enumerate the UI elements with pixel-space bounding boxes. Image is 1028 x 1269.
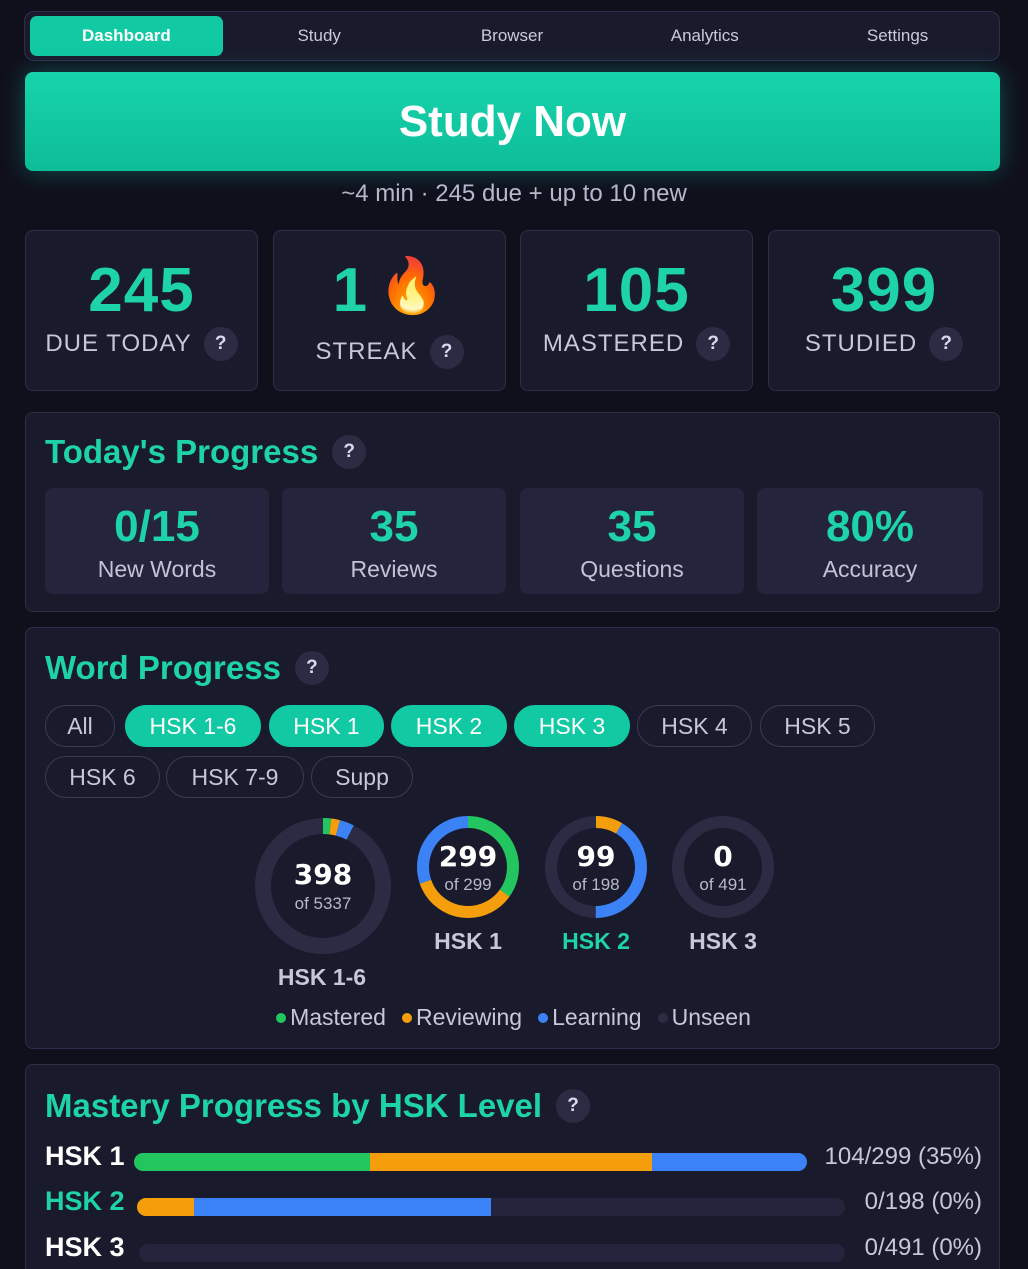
due-today-label: DUE TODAY — [45, 330, 192, 357]
help-icon[interactable]: ? — [929, 327, 964, 361]
mastery-progress-panel: Mastery Progress by HSK Level ? HSK 1 10… — [25, 1064, 1000, 1269]
help-icon[interactable]: ? — [203, 327, 238, 361]
studied-value: 399 — [830, 256, 938, 325]
todays-progress-title: Today's Progress — [45, 433, 319, 470]
today-value: 0/15 — [114, 502, 200, 551]
legend-label: Mastered — [290, 1004, 386, 1030]
ring-of-total: of 198 — [572, 875, 619, 894]
mastery-summary: 0/198 (0%) — [864, 1188, 982, 1215]
stat-card-mastered: 105 MASTERED ? — [520, 230, 753, 391]
legend-learning: Learning — [538, 1004, 642, 1031]
mastery-segment-reviewing — [137, 1198, 194, 1216]
todays-progress-panel: Today's Progress ? 0/15 New Words 35 Rev… — [25, 412, 1000, 612]
mastery-segment-learning — [652, 1153, 807, 1171]
stat-card-due-today: 245 DUE TODAY ? — [25, 230, 258, 391]
mastery-summary: 104/299 (35%) — [824, 1143, 982, 1170]
help-icon[interactable]: ? — [332, 435, 367, 469]
studied-label: STUDIED — [804, 330, 918, 357]
mastery-row-hsk-2: HSK 2 0/198 (0%) — [45, 1186, 982, 1226]
legend-label: Reviewing — [415, 1004, 523, 1030]
mastery-heading: Mastery Progress by HSK Level ? — [45, 1087, 591, 1125]
mastery-level: HSK 1 — [45, 1141, 125, 1171]
mastery-row-hsk-3: HSK 3 0/491 (0%) — [45, 1232, 982, 1269]
mastered-label: MASTERED — [542, 330, 685, 357]
ring-value: 398 — [294, 858, 352, 891]
legend-dot — [538, 1012, 549, 1023]
today-new-words: 0/15 New Words — [45, 488, 269, 594]
legend-label: Unseen — [671, 1004, 751, 1030]
due-today-value: 245 — [88, 256, 195, 325]
fire-icon: 🔥 — [378, 256, 447, 316]
legend-dot — [276, 1012, 287, 1023]
legend-unseen: Unseen — [657, 1004, 751, 1031]
streak-label: STREAK — [315, 338, 418, 365]
mastery-bar — [134, 1153, 807, 1171]
stat-card-streak: 1 🔥 STREAK ? — [273, 230, 506, 391]
tab-analytics[interactable]: Analytics — [608, 16, 801, 56]
mastery-level: HSK 3 — [45, 1232, 125, 1262]
ring-label-hsk-2: HSK 2 — [562, 928, 630, 954]
legend-dot — [657, 1012, 668, 1023]
stat-card-studied: 399 STUDIED ? — [768, 230, 1000, 391]
legend-reviewing: Reviewing — [401, 1004, 523, 1031]
today-label: Accuracy — [822, 556, 918, 582]
ring-legend: Mastered Reviewing Learning Unseen — [26, 1004, 1001, 1031]
today-accuracy: 80% Accuracy — [757, 488, 983, 594]
ring-label-hsk-1: HSK 1 — [434, 928, 502, 954]
today-questions: 35 Questions — [520, 488, 744, 594]
today-value: 35 — [607, 502, 657, 551]
study-now-button[interactable]: Study Now — [25, 72, 1000, 171]
ring-of-total: of 299 — [444, 875, 491, 894]
help-icon[interactable]: ? — [429, 335, 464, 369]
todays-progress-heading: Today's Progress ? — [45, 433, 367, 471]
mastery-bar — [137, 1198, 845, 1216]
mastery-segment-mastered — [134, 1153, 370, 1171]
help-icon[interactable]: ? — [696, 327, 731, 361]
tab-browser[interactable]: Browser — [416, 16, 609, 56]
legend-mastered: Mastered — [276, 1004, 386, 1031]
study-summary: ~4 min · 245 due + up to 10 new — [341, 180, 687, 207]
mastery-summary: 0/491 (0%) — [864, 1234, 982, 1261]
today-label: Questions — [580, 556, 684, 582]
word-progress-panel: Word Progress ? All HSK 1-6 HSK 1 HSK 2 … — [25, 627, 1000, 1049]
tab-dashboard[interactable]: Dashboard — [30, 16, 223, 56]
ring-value: 299 — [439, 840, 497, 873]
mastered-value: 105 — [583, 256, 690, 325]
mastery-level: HSK 2 — [45, 1186, 125, 1216]
top-nav: Dashboard Study Browser Analytics Settin… — [24, 11, 1000, 61]
mastery-segment-learning — [193, 1198, 491, 1216]
mastery-row-hsk-1: HSK 1 104/299 (35%) — [45, 1141, 982, 1181]
streak-value: 1 — [332, 256, 369, 325]
ring-label-hsk-1-6: HSK 1-6 — [277, 964, 367, 990]
ring-value: 99 — [577, 840, 616, 873]
mastery-title: Mastery Progress by HSK Level — [45, 1087, 543, 1124]
mastery-segment-reviewing — [369, 1153, 653, 1171]
tab-study[interactable]: Study — [223, 16, 416, 56]
ring-of-total: of 491 — [699, 875, 746, 894]
legend-dot — [401, 1012, 412, 1023]
today-value: 35 — [369, 502, 419, 551]
word-progress-rings: 398 of 5337 299 of 299 99 of 198 0 of 491 — [255, 816, 774, 954]
today-label: Reviews — [350, 556, 438, 582]
legend-label: Learning — [552, 1004, 642, 1030]
ring-label-hsk-3: HSK 3 — [689, 928, 757, 954]
help-icon[interactable]: ? — [556, 1089, 591, 1123]
today-reviews: 35 Reviews — [282, 488, 506, 594]
mastery-bar — [139, 1244, 845, 1262]
today-value: 80% — [825, 502, 915, 551]
ring-of-total: of 5337 — [295, 894, 352, 913]
today-label: New Words — [97, 556, 217, 582]
tab-settings[interactable]: Settings — [801, 16, 994, 56]
streak-value-row: 1 🔥 — [274, 255, 505, 326]
ring-value: 0 — [713, 840, 732, 873]
